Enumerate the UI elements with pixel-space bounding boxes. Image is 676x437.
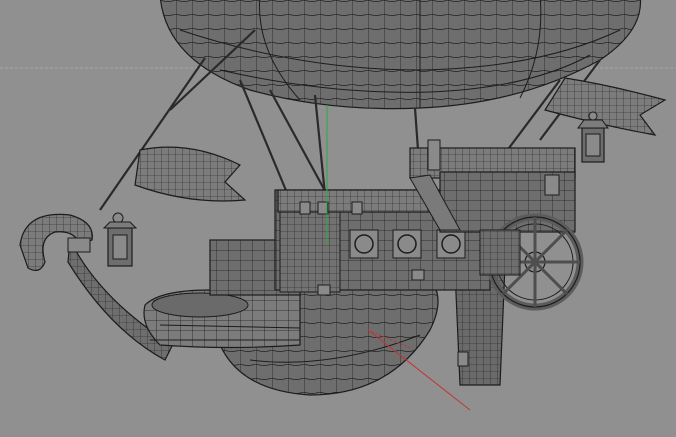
front-deck [143, 289, 301, 349]
left-flag [134, 146, 247, 202]
propeller-mount [479, 229, 521, 276]
airship-model-render[interactable] [0, 0, 676, 437]
bow-lantern [102, 212, 138, 267]
3d-viewport[interactable] [0, 0, 676, 437]
bow-figurehead [19, 213, 176, 361]
